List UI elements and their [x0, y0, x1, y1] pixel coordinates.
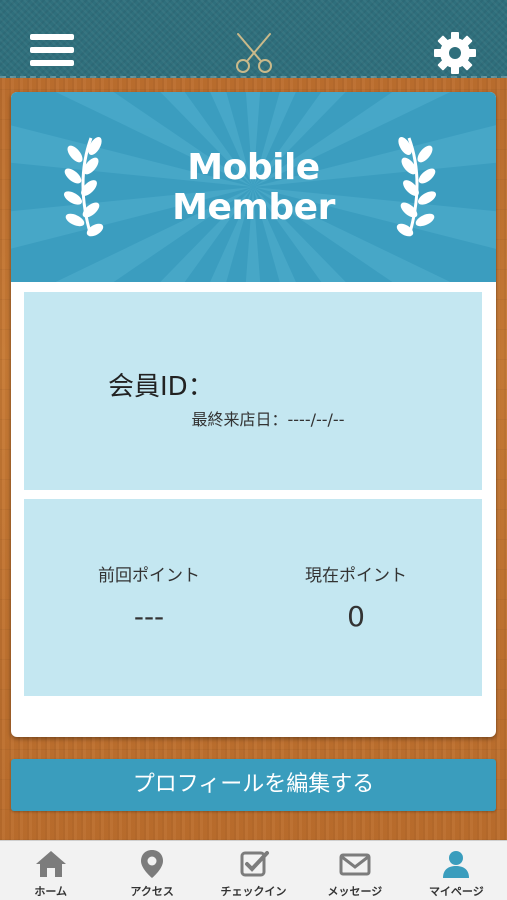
tab-label: ホーム	[34, 885, 68, 898]
tab-home[interactable]: ホーム	[0, 841, 101, 900]
current-points-label: 現在ポイント	[305, 566, 407, 586]
hamburger-menu-icon[interactable]	[30, 34, 74, 70]
tab-label: マイページ	[428, 885, 484, 898]
checkbox-icon	[240, 851, 269, 877]
member-card-banner: Mobile Member	[11, 92, 496, 282]
scissors-icon	[236, 33, 272, 73]
member-id-panel: 会員ID： 最終来店日：----/--/--	[24, 292, 482, 490]
tab-message[interactable]: メッセージ	[304, 841, 405, 900]
bottom-tab-bar: ホーム アクセス チェックイン メッセージ マイページ	[0, 840, 507, 900]
card-title: Mobile Member	[11, 148, 496, 228]
previous-points-label: 前回ポイント	[98, 566, 200, 586]
member-card: Mobile Member 会員ID： 最終来店日：----/--/-- 前回ポ…	[11, 92, 496, 737]
tab-label: アクセス	[130, 885, 174, 898]
card-title-line1: Mobile	[187, 147, 320, 188]
tab-label: チェックイン	[220, 885, 287, 898]
points-panel: 前回ポイント --- 現在ポイント 0	[24, 499, 482, 696]
current-points-value: 0	[347, 600, 365, 633]
member-id-label: 会員ID：	[108, 372, 214, 402]
map-pin-icon	[141, 850, 164, 878]
tab-access[interactable]: アクセス	[101, 841, 202, 900]
edit-profile-button[interactable]: プロフィールを編集する	[11, 759, 496, 811]
card-title-line2: Member	[172, 187, 335, 228]
tab-label: メッセージ	[327, 885, 383, 898]
previous-points: 前回ポイント ---	[49, 561, 249, 633]
previous-points-value: ---	[133, 600, 165, 633]
gear-icon[interactable]	[432, 30, 478, 76]
envelope-icon	[339, 853, 371, 876]
top-bar	[0, 0, 507, 78]
person-icon	[443, 851, 470, 878]
home-icon	[35, 851, 66, 877]
tab-mypage[interactable]: マイページ	[406, 841, 507, 900]
last-visit-label: 最終来店日：----/--/--	[191, 410, 345, 429]
current-points: 現在ポイント 0	[256, 561, 456, 633]
tab-checkin[interactable]: チェックイン	[203, 841, 304, 900]
